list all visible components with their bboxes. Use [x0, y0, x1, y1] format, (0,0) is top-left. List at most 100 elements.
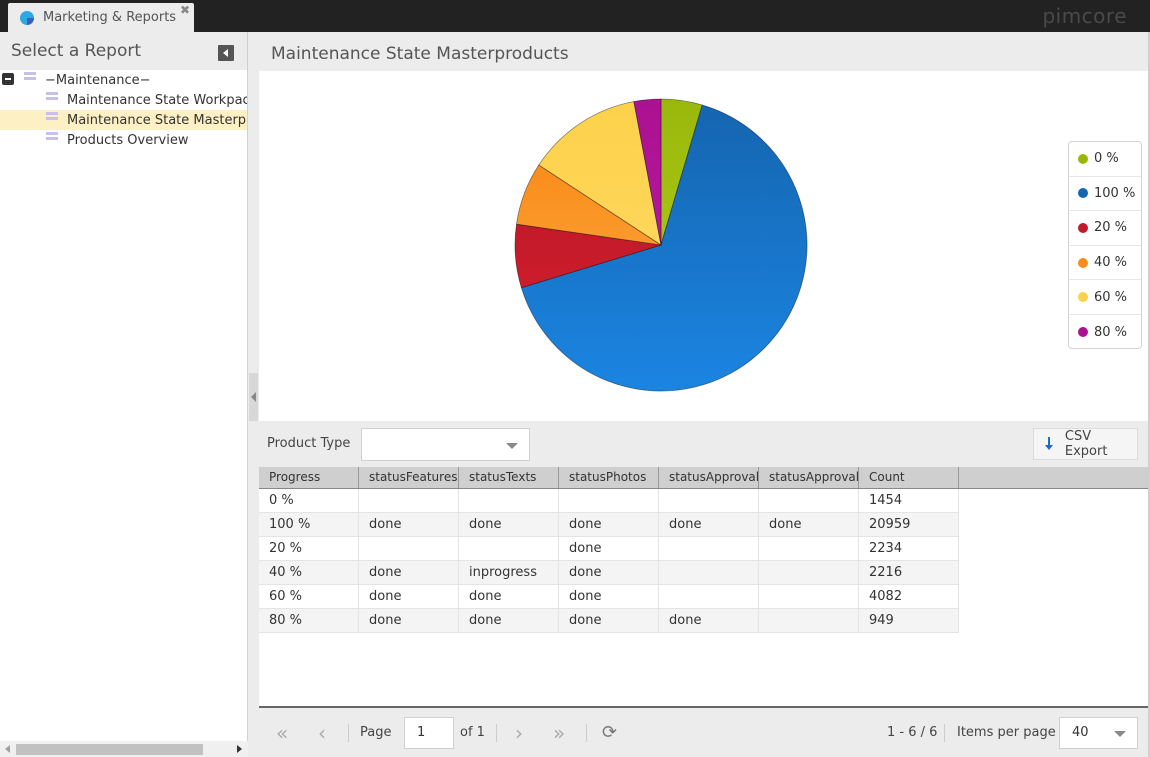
table-row[interactable]: 20 % done 2234	[259, 537, 959, 561]
legend-item[interactable]: 20 %	[1069, 211, 1141, 246]
legend-item[interactable]: 40 %	[1069, 246, 1141, 281]
csv-export-label: CSV Export	[1064, 429, 1108, 459]
chevron-down-icon[interactable]	[506, 443, 518, 449]
table-cell: 60 %	[259, 585, 359, 609]
items-per-page-select[interactable]: 40	[1059, 717, 1138, 749]
refresh-icon[interactable]: ⟳	[602, 722, 617, 743]
page-label: Page	[360, 725, 392, 740]
column-header[interactable]: statusTexts	[459, 467, 559, 488]
table-cell: done	[359, 561, 459, 585]
report-icon	[46, 92, 58, 100]
download-icon	[1044, 437, 1054, 451]
separator	[348, 724, 349, 742]
legend-label: 80 %	[1094, 324, 1128, 340]
legend-item[interactable]: 80 %	[1069, 315, 1141, 350]
tree-item-workpackages[interactable]: Maintenance State Workpackages	[0, 90, 247, 110]
pagination-toolbar: « ‹ Page 1 of 1 › » ⟳ 1 - 6 / 6 Items pe…	[259, 710, 1148, 757]
splitter-collapse-handle[interactable]	[249, 373, 258, 421]
report-grid: Progress statusFeatures statusTexts statusP…	[259, 467, 1148, 708]
sidebar-title: Select a Report	[11, 41, 142, 61]
table-cell: 949	[859, 609, 959, 633]
grid-body: 0 % 1454 100 % done done done done done 20959 20 …	[259, 489, 1148, 633]
legend-item[interactable]: 60 %	[1069, 280, 1141, 315]
legend-color-dot	[1078, 222, 1088, 233]
csv-export-button[interactable]: CSV Export	[1033, 428, 1138, 460]
tree-item-label: Maintenance State Masterproducts	[67, 112, 247, 128]
table-cell	[359, 537, 459, 561]
table-cell: done	[559, 537, 659, 561]
pie-chart-icon	[20, 10, 34, 25]
report-tree: −Maintenance− Maintenance State Workpack…	[0, 70, 247, 150]
table-cell: done	[759, 513, 859, 537]
chevron-down-icon[interactable]	[1114, 731, 1126, 737]
chart-panel: 0 % 100 % 20 % 40 % 60 % 80 %	[259, 71, 1148, 421]
table-cell	[659, 585, 759, 609]
separator	[944, 724, 945, 742]
column-header[interactable]: statusApprovalB	[759, 467, 859, 488]
table-cell: 20 %	[259, 537, 359, 561]
previous-page-button[interactable]: ‹	[318, 723, 326, 743]
next-page-button[interactable]: ›	[515, 723, 523, 743]
close-icon[interactable]: ✖	[180, 3, 190, 17]
legend-color-dot	[1078, 292, 1088, 303]
column-header[interactable]: Count	[859, 467, 959, 488]
page-title: Maintenance State Masterproducts	[271, 44, 569, 64]
report-group-icon	[24, 72, 36, 80]
column-header[interactable]: statusFeatures	[359, 467, 459, 488]
table-cell: done	[459, 513, 559, 537]
scrollbar-thumb[interactable]	[16, 744, 203, 755]
items-per-page-value: 40	[1072, 725, 1089, 740]
chart-legend: 0 % 100 % 20 % 40 % 60 % 80 %	[1068, 141, 1142, 349]
first-page-button[interactable]: «	[276, 723, 288, 743]
record-range: 1 - 6 / 6	[887, 725, 938, 740]
tree-item-masterproducts[interactable]: Maintenance State Masterproducts	[0, 110, 247, 130]
tree-item-products-overview[interactable]: Products Overview	[0, 130, 247, 150]
tree-folder-maintenance[interactable]: −Maintenance−	[0, 70, 247, 90]
column-header[interactable]: statusApprovalPr	[659, 467, 759, 488]
table-cell: 100 %	[259, 513, 359, 537]
table-cell	[759, 585, 859, 609]
column-header[interactable]: statusPhotos	[559, 467, 659, 488]
column-header[interactable]: Progress	[259, 467, 359, 488]
collapse-toggle-icon[interactable]	[2, 73, 14, 85]
tree-item-label: −Maintenance−	[45, 72, 151, 88]
report-sidebar: Select a Report −Maintenance− Maintenanc…	[0, 32, 248, 757]
horizontal-scrollbar[interactable]	[0, 741, 248, 757]
page-number-input[interactable]: 1	[404, 717, 454, 749]
report-icon	[46, 112, 58, 120]
legend-color-dot	[1078, 327, 1088, 338]
table-cell: done	[459, 609, 559, 633]
collapse-sidebar-button[interactable]	[218, 45, 234, 61]
table-row[interactable]: 80 % done done done done 949	[259, 609, 959, 633]
table-row[interactable]: 0 % 1454	[259, 489, 959, 513]
table-cell	[459, 537, 559, 561]
scroll-left-arrow-icon[interactable]	[5, 745, 10, 753]
table-cell: 20959	[859, 513, 959, 537]
table-cell: 40 %	[259, 561, 359, 585]
table-row[interactable]: 100 % done done done done done 20959	[259, 513, 959, 537]
tab-marketing-reports[interactable]: Marketing & Reports ✖	[8, 3, 194, 32]
product-type-select[interactable]	[361, 428, 530, 461]
table-row[interactable]: 40 % done inprogress done 2216	[259, 561, 959, 585]
table-cell: 1454	[859, 489, 959, 513]
scroll-right-arrow-icon[interactable]	[237, 745, 242, 753]
items-per-page-label: Items per page	[957, 725, 1056, 740]
table-cell: done	[559, 609, 659, 633]
report-toolbar: Product Type CSV Export	[259, 421, 1148, 467]
last-page-button[interactable]: »	[553, 723, 565, 743]
table-cell: done	[559, 513, 659, 537]
grid-header: Progress statusFeatures statusTexts statusP…	[259, 467, 1148, 489]
page-count-label: of 1	[460, 725, 485, 740]
table-cell	[359, 489, 459, 513]
table-cell: inprogress	[459, 561, 559, 585]
table-cell	[659, 561, 759, 585]
table-row[interactable]: 60 % done done done 4082	[259, 585, 959, 609]
product-type-label: Product Type	[267, 436, 351, 451]
table-cell: done	[559, 561, 659, 585]
legend-item[interactable]: 0 %	[1069, 142, 1141, 177]
table-cell: done	[659, 609, 759, 633]
legend-label: 0 %	[1094, 151, 1119, 167]
tree-item-label: Maintenance State Workpackages	[67, 92, 247, 108]
legend-color-dot	[1078, 153, 1088, 164]
legend-item[interactable]: 100 %	[1069, 177, 1141, 212]
